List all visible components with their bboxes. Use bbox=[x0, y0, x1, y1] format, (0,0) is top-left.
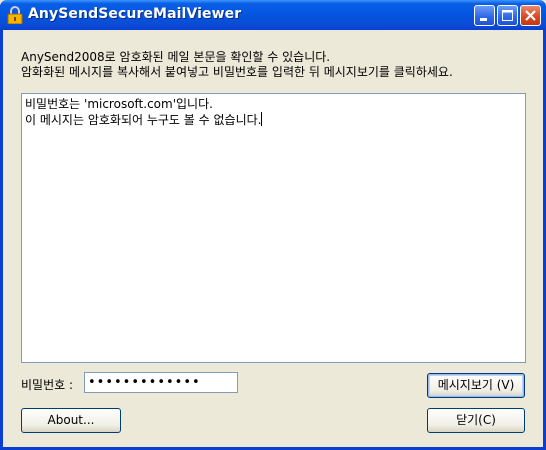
window-title: AnySendSecureMailViewer bbox=[28, 6, 242, 22]
close-icon bbox=[525, 10, 536, 21]
view-message-button[interactable]: 메시지보기 (V) bbox=[427, 373, 525, 398]
about-button-label: About... bbox=[47, 413, 95, 427]
lock-icon bbox=[7, 6, 23, 24]
password-label: 비밀번호 : bbox=[21, 378, 74, 392]
description-line-2: 암화화된 메시지를 복사해서 붙여넣고 비밀번호를 입력한 뒤 메시지보기를 클… bbox=[21, 65, 453, 79]
title-bar[interactable]: AnySendSecureMailViewer bbox=[0, 0, 546, 30]
maximize-button[interactable] bbox=[497, 5, 518, 26]
password-input[interactable] bbox=[84, 372, 238, 393]
close-button[interactable]: 닫기(C) bbox=[427, 408, 525, 433]
minimize-button[interactable] bbox=[474, 5, 495, 26]
minimize-icon bbox=[480, 18, 487, 21]
close-button-label: 닫기(C) bbox=[456, 413, 496, 427]
view-message-button-label: 메시지보기 (V) bbox=[437, 378, 515, 392]
main-window: AnySendSecureMailViewer AnySend2008로 암호화… bbox=[0, 0, 546, 450]
about-button[interactable]: About... bbox=[21, 408, 121, 433]
message-textarea[interactable]: 비밀번호는 'microsoft.com'입니다. 이 메시지는 암호화되어 누구… bbox=[21, 93, 526, 363]
message-line-1: 비밀번호는 'microsoft.com'입니다. bbox=[25, 97, 213, 111]
message-line-2: 이 메시지는 암호화되어 누구도 볼 수 없습니다. bbox=[25, 112, 263, 127]
text-caret bbox=[261, 112, 263, 126]
close-window-button[interactable] bbox=[520, 5, 541, 26]
maximize-icon bbox=[502, 10, 513, 21]
description-line-1: AnySend2008로 암호화된 메일 본문을 확인할 수 있습니다. bbox=[21, 50, 331, 64]
